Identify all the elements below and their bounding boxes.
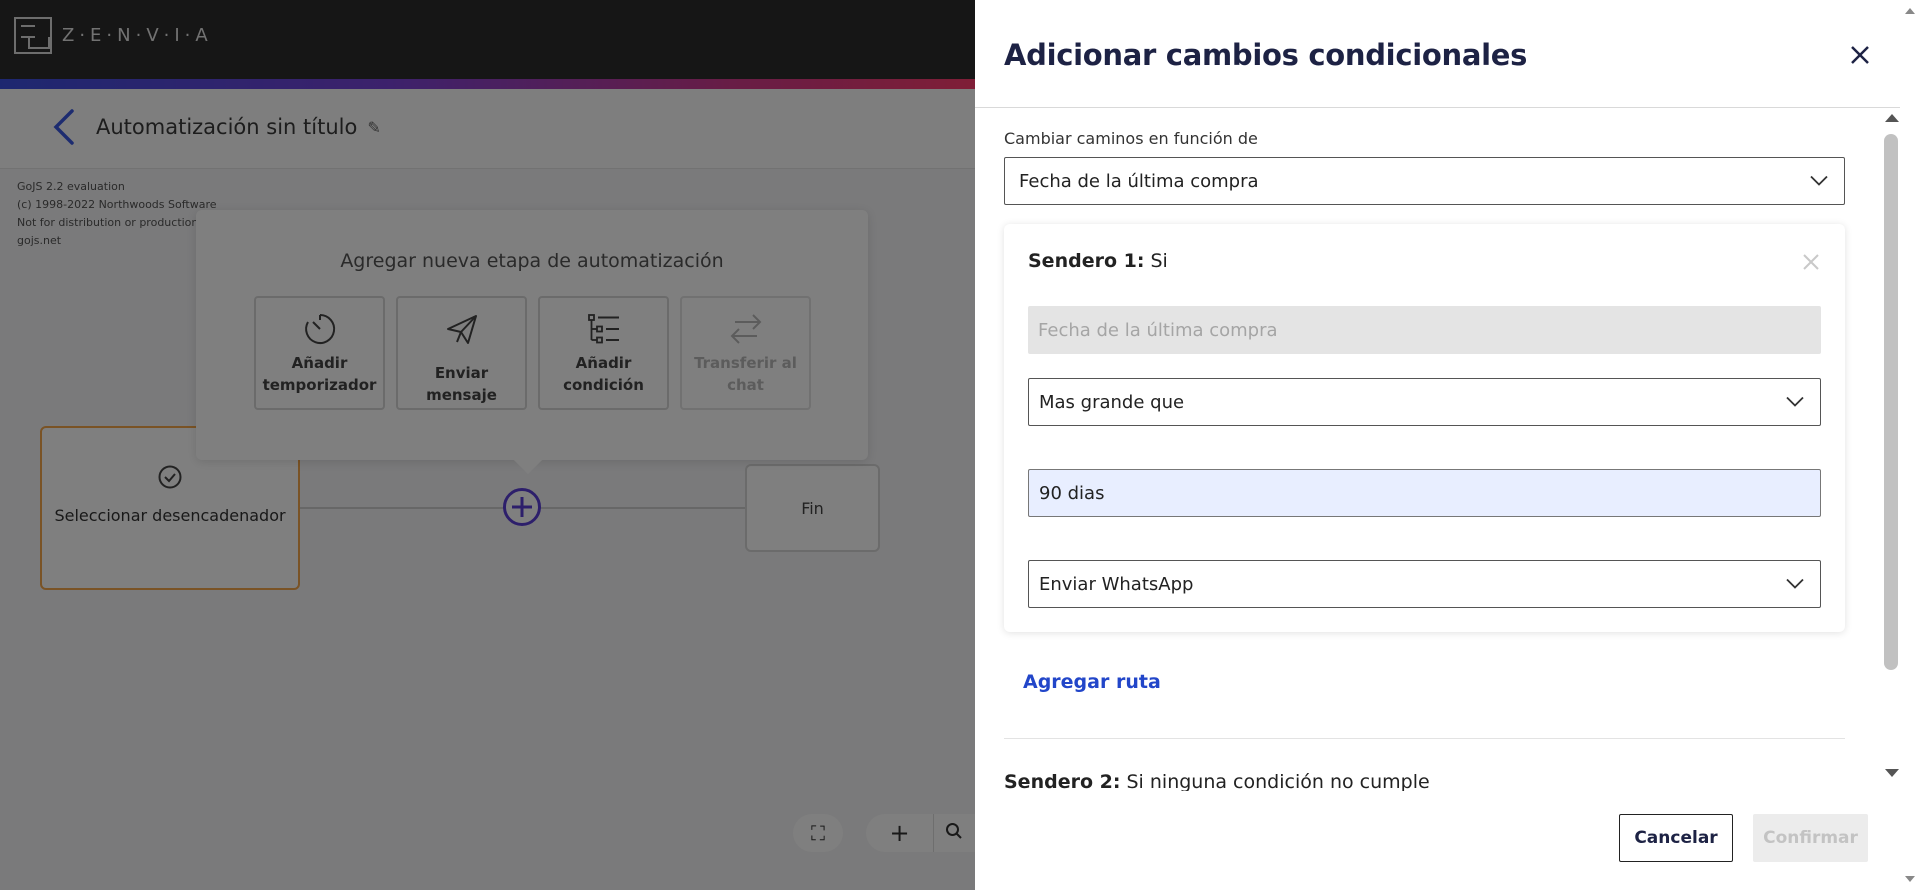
cancel-button[interactable]: Cancelar (1619, 814, 1733, 862)
path-2-title: Sendero 2: Si ninguna condición no cumpl… (1004, 771, 1430, 791)
chevron-down-icon (1786, 574, 1804, 595)
add-route-link[interactable]: Agregar ruta (1023, 671, 1161, 693)
section-divider (1004, 738, 1845, 739)
scroll-down-arrow-icon[interactable] (1885, 769, 1899, 777)
condition-value-input[interactable] (1028, 469, 1821, 517)
page-scrollbar[interactable] (1900, 0, 1920, 890)
chevron-down-icon (1786, 392, 1804, 413)
operator-select[interactable]: Mas grande que (1028, 378, 1821, 426)
action-select[interactable]: Enviar WhatsApp (1028, 560, 1821, 608)
operator-value: Mas grande que (1039, 391, 1185, 413)
scroll-up-arrow-icon[interactable] (1885, 114, 1899, 122)
chevron-down-icon (1810, 171, 1828, 192)
header-divider (975, 107, 1920, 108)
path-1-field-disabled: Fecha de la última compra (1028, 306, 1821, 354)
scroll-thumb[interactable] (1884, 134, 1898, 670)
drawer-title: Adicionar cambios condicionales (1004, 38, 1528, 72)
condition-field-select[interactable]: Fecha de la última compra (1004, 157, 1845, 205)
page-scroll-up-icon[interactable] (1905, 8, 1915, 14)
modal-backdrop[interactable] (0, 0, 975, 890)
close-icon[interactable] (1845, 40, 1875, 70)
change-paths-label: Cambiar caminos en función de (1004, 129, 1258, 148)
path-1-title: Sendero 1: Si (1028, 250, 1168, 272)
condition-field-value: Fecha de la última compra (1019, 170, 1259, 192)
page-scroll-down-icon[interactable] (1905, 876, 1915, 882)
conditional-paths-drawer: Adicionar cambios condicionales Cambiar … (975, 0, 1920, 890)
action-value: Enviar WhatsApp (1039, 573, 1194, 595)
remove-path-close-icon[interactable] (1801, 252, 1821, 272)
path-1-card: Sendero 1: Si Fecha de la última compra … (1004, 224, 1845, 632)
confirm-button[interactable]: Confirmar (1753, 814, 1868, 862)
